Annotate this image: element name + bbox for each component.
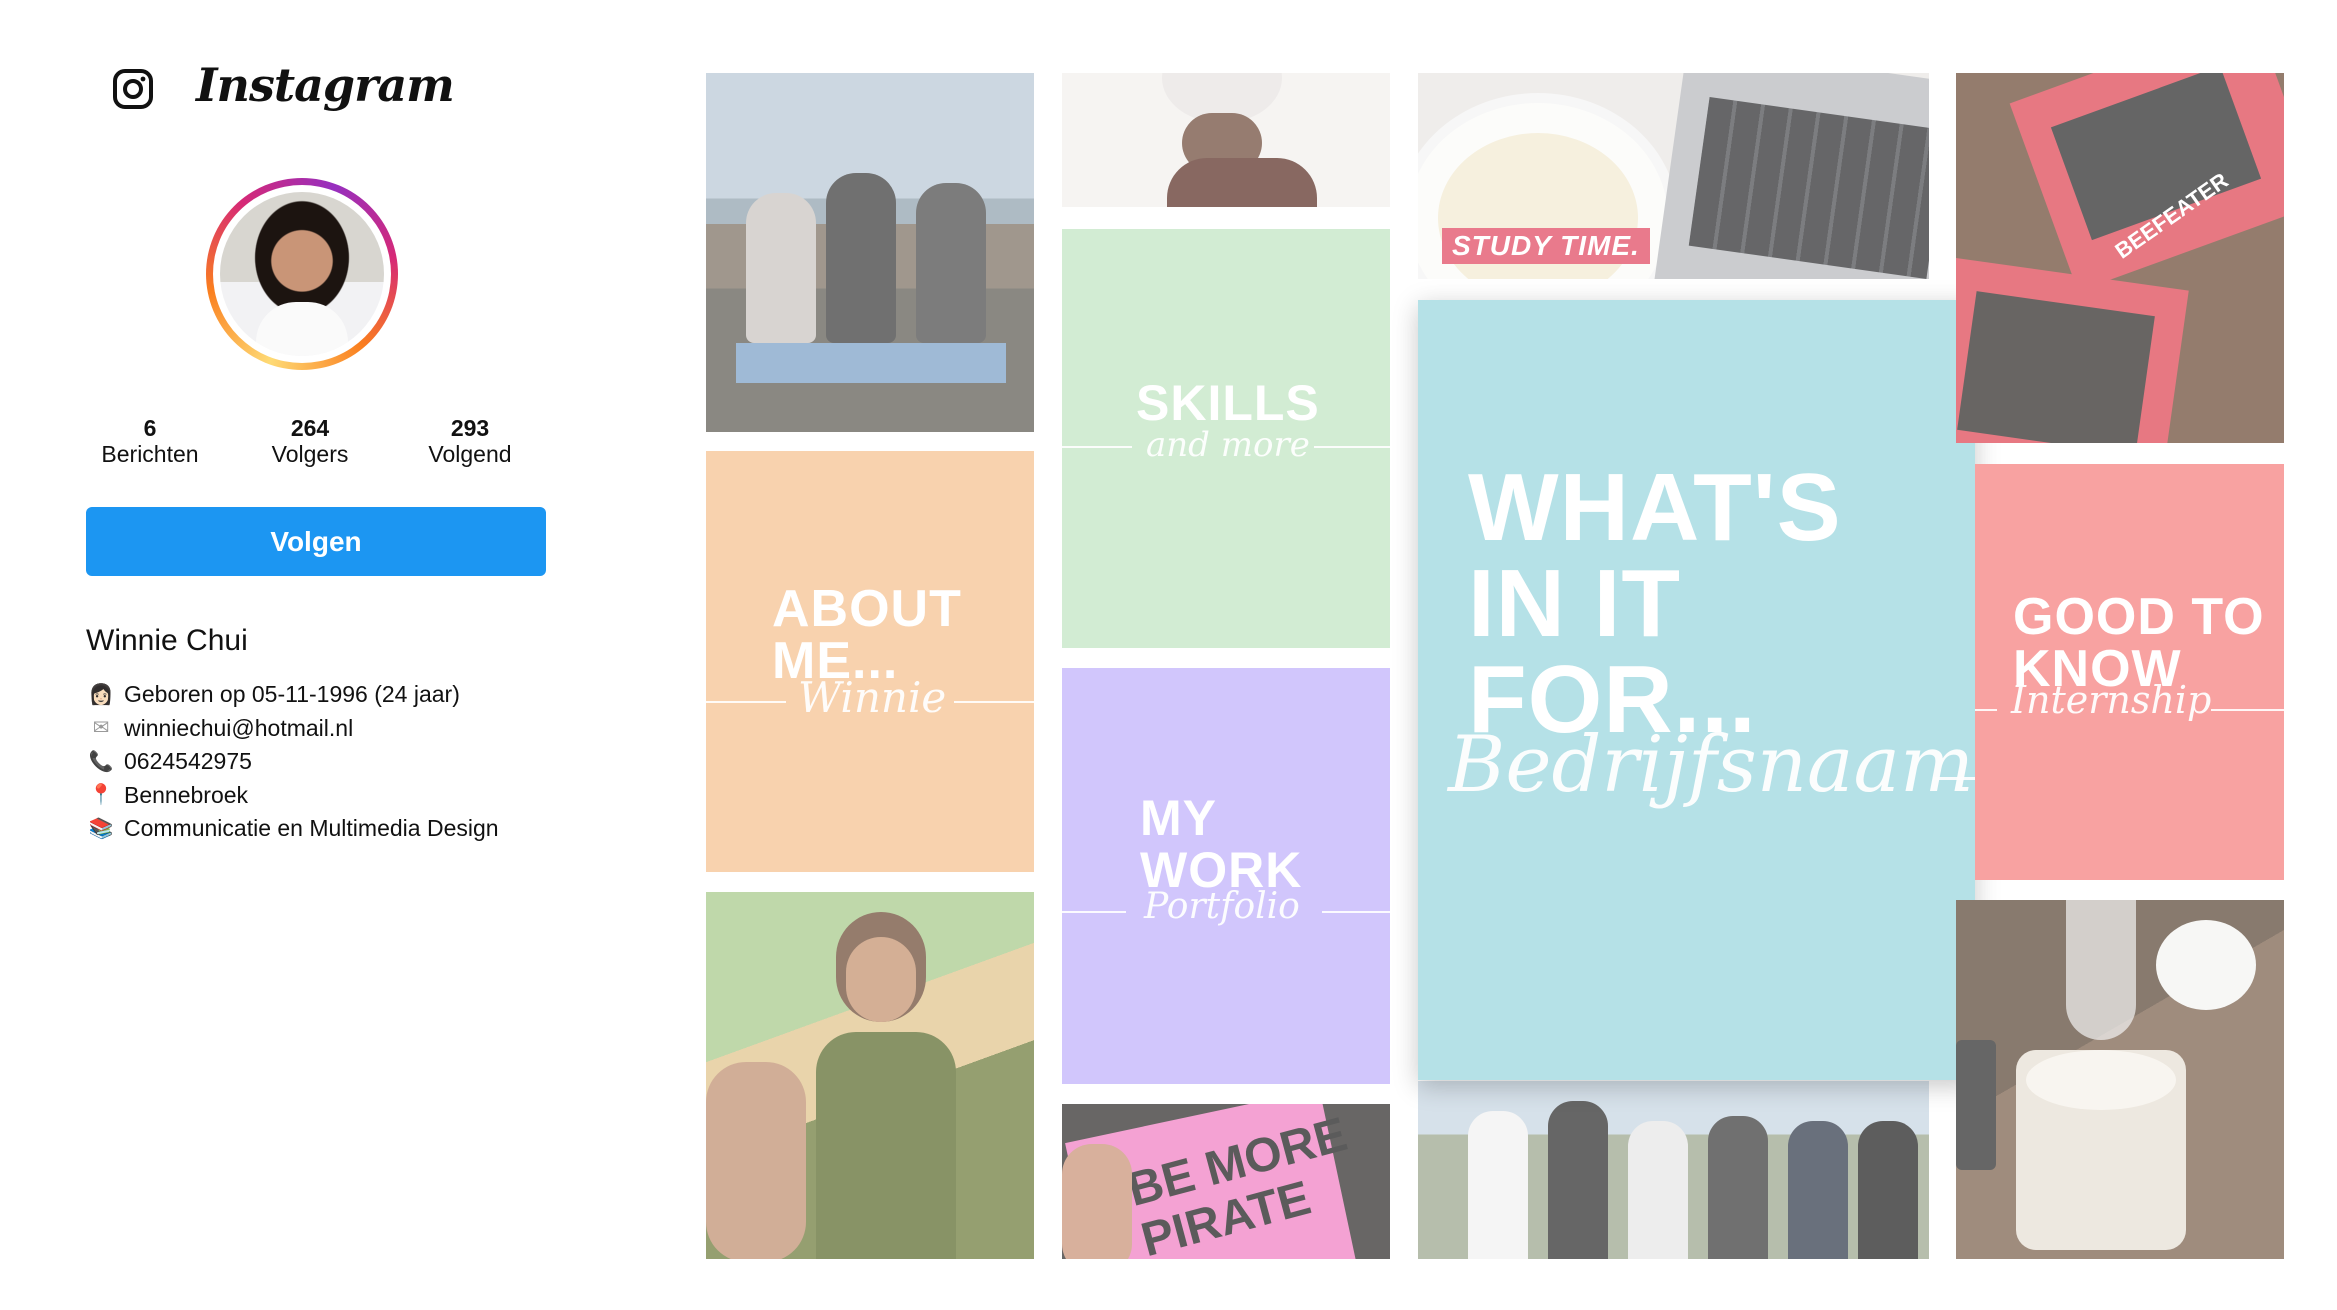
- good-script: Internship: [2011, 678, 2212, 722]
- stat-posts[interactable]: 6 Berichten: [70, 415, 230, 467]
- profile-sidebar: Instagram 6 Berichten 264 Volgers 293 Vo…: [0, 0, 640, 1310]
- envelope-icon: ✉: [92, 717, 110, 740]
- work-script: Portfolio: [1144, 886, 1300, 927]
- about-line-left: [706, 701, 786, 703]
- stat-followers-count: 264: [290, 415, 330, 441]
- post-hat-girl[interactable]: [1062, 73, 1390, 207]
- follow-button[interactable]: Volgen: [86, 507, 546, 576]
- bio-location: 📍 Bennebroek: [88, 779, 499, 813]
- books-icon: 📚: [88, 817, 114, 840]
- instagram-logo[interactable]: [112, 68, 154, 110]
- stat-followers[interactable]: 264 Volgers: [230, 415, 390, 467]
- bio-birthdate-text: Geboren op 05-11-1996 (24 jaar): [124, 681, 460, 708]
- bio-study: 📚 Communicatie en Multimedia Design: [88, 812, 499, 846]
- avatar[interactable]: [206, 178, 398, 370]
- stat-followers-label: Volgers: [271, 441, 349, 467]
- good-line-left: [1975, 709, 1997, 711]
- whats-title-line2: IN IT: [1468, 550, 1681, 657]
- post-girl-festival[interactable]: [706, 892, 1034, 1259]
- post-about-me[interactable]: ABOUT ME... Winnie: [706, 451, 1034, 872]
- stat-following[interactable]: 293 Volgend: [390, 415, 550, 467]
- pirate-label: BE MORE PIRATE: [1122, 1107, 1353, 1259]
- profile-photo: [220, 192, 384, 356]
- post-whats-in-it[interactable]: WHAT'S IN IT FOR... Bedrijfsnaam: [1418, 300, 1975, 1080]
- skills-title-line1: SKILLS: [1136, 375, 1320, 431]
- stat-posts-count: 6: [143, 415, 157, 441]
- about-title-line1: ABOUT: [772, 580, 962, 638]
- bio-phone[interactable]: 📞 0624542975: [88, 745, 499, 779]
- stat-posts-label: Berichten: [101, 441, 199, 467]
- post-my-work[interactable]: MY WORK Portfolio: [1062, 668, 1390, 1084]
- post-group-photo[interactable]: [1418, 1081, 1929, 1259]
- profile-bio: 👩🏻 Geboren op 05-11-1996 (24 jaar) ✉ win…: [88, 678, 499, 846]
- profile-stats: 6 Berichten 264 Volgers 293 Volgend: [70, 415, 550, 467]
- location-pin-icon: 📍: [88, 784, 114, 807]
- post-skills[interactable]: SKILLS and more: [1062, 229, 1390, 648]
- bio-email-text[interactable]: winniechui@hotmail.nl: [124, 715, 353, 742]
- beefeater-label: BEEFEATER: [2110, 167, 2233, 264]
- work-line-left: [1062, 911, 1126, 913]
- bio-location-text: Bennebroek: [124, 781, 249, 808]
- post-coffee-drinks[interactable]: [1956, 900, 2284, 1259]
- bio-study-text: Communicatie en Multimedia Design: [124, 815, 499, 842]
- about-script: Winnie: [798, 673, 947, 722]
- bio-phone-text[interactable]: 0624542975: [124, 748, 252, 775]
- whats-title-line1: WHAT'S: [1468, 454, 1842, 561]
- whats-script: Bedrijfsnaam: [1448, 720, 1974, 810]
- bio-birthdate: 👩🏻 Geboren op 05-11-1996 (24 jaar): [88, 678, 499, 712]
- instagram-wordmark: Instagram: [196, 58, 455, 112]
- bio-email[interactable]: ✉ winniechui@hotmail.nl: [88, 712, 499, 746]
- instagram-camera-icon: [113, 69, 153, 109]
- study-time-label: STUDY TIME.: [1442, 228, 1650, 264]
- good-title-line1: GOOD TO: [2013, 588, 2265, 646]
- skills-script: and more: [1146, 425, 1310, 465]
- profile-name: Winnie Chui: [86, 624, 248, 657]
- work-title-line1: MY: [1140, 790, 1217, 846]
- post-good-to-know[interactable]: GOOD TO KNOW Internship: [1975, 464, 2284, 880]
- about-line-right: [954, 701, 1034, 703]
- woman-emoji-icon: 👩🏻: [88, 683, 114, 706]
- post-friends-pier[interactable]: [706, 73, 1034, 432]
- post-be-more-pirate[interactable]: BE MORE PIRATE: [1062, 1104, 1390, 1259]
- post-beefeater-photos[interactable]: BEEFEATER: [1956, 73, 2284, 443]
- skills-line-left: [1062, 446, 1132, 448]
- skills-line-right: [1314, 446, 1390, 448]
- work-line-right: [1322, 911, 1390, 913]
- phone-icon: 📞: [88, 750, 114, 773]
- stat-following-label: Volgend: [428, 441, 512, 467]
- stat-following-count: 293: [450, 415, 490, 441]
- good-line-right: [2211, 709, 2284, 711]
